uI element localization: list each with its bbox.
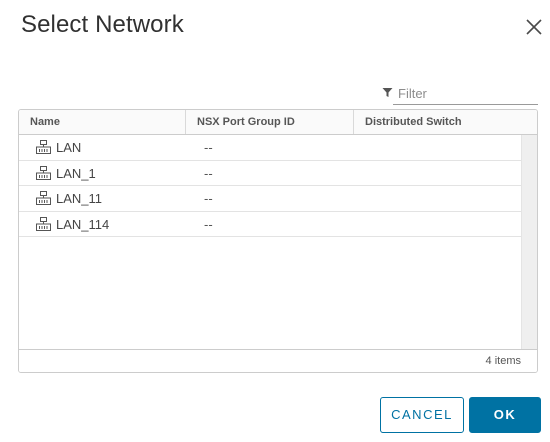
item-count: 4 items <box>485 355 521 367</box>
filter-input[interactable] <box>393 83 538 105</box>
network-icon <box>36 216 51 231</box>
row-nsx-port-group-id: -- <box>204 165 213 181</box>
close-button[interactable] <box>523 16 545 38</box>
ok-button[interactable]: OK <box>469 397 541 433</box>
network-icon <box>36 165 51 180</box>
table-row[interactable]: LAN_1 -- <box>19 161 521 186</box>
filter-icon <box>382 88 393 97</box>
column-header-nsx-port-group-id[interactable]: NSX Port Group ID <box>185 110 353 134</box>
grid-body: LAN -- LAN_1 -- LAN_11 -- LAN_114 -- <box>19 135 537 349</box>
column-header-name[interactable]: Name <box>19 110 185 134</box>
grid-rows: LAN -- LAN_1 -- LAN_11 -- LAN_114 -- <box>19 135 521 237</box>
close-icon <box>526 19 542 35</box>
grid-footer: 4 items <box>19 349 537 372</box>
table-row[interactable]: LAN_11 -- <box>19 186 521 212</box>
network-icon <box>36 191 51 205</box>
row-name: LAN_1 <box>56 165 96 181</box>
network-grid: Name NSX Port Group ID Distributed Switc… <box>18 109 538 373</box>
network-icon <box>36 140 51 154</box>
cancel-button[interactable]: CANCEL <box>380 397 464 433</box>
grid-header: Name NSX Port Group ID Distributed Switc… <box>19 110 537 135</box>
vertical-scrollbar[interactable] <box>521 135 537 349</box>
column-header-distributed-switch[interactable]: Distributed Switch <box>353 110 537 134</box>
row-name: LAN <box>56 140 82 155</box>
row-nsx-port-group-id: -- <box>204 216 213 232</box>
filter-box <box>380 83 538 105</box>
row-name: LAN_114 <box>56 216 110 232</box>
table-row[interactable]: LAN_114 -- <box>19 212 521 237</box>
row-name: LAN_11 <box>56 191 103 206</box>
dialog-title: Select Network <box>21 11 184 38</box>
row-nsx-port-group-id: -- <box>204 191 213 206</box>
table-row[interactable]: LAN -- <box>19 135 521 161</box>
row-nsx-port-group-id: -- <box>204 140 213 155</box>
